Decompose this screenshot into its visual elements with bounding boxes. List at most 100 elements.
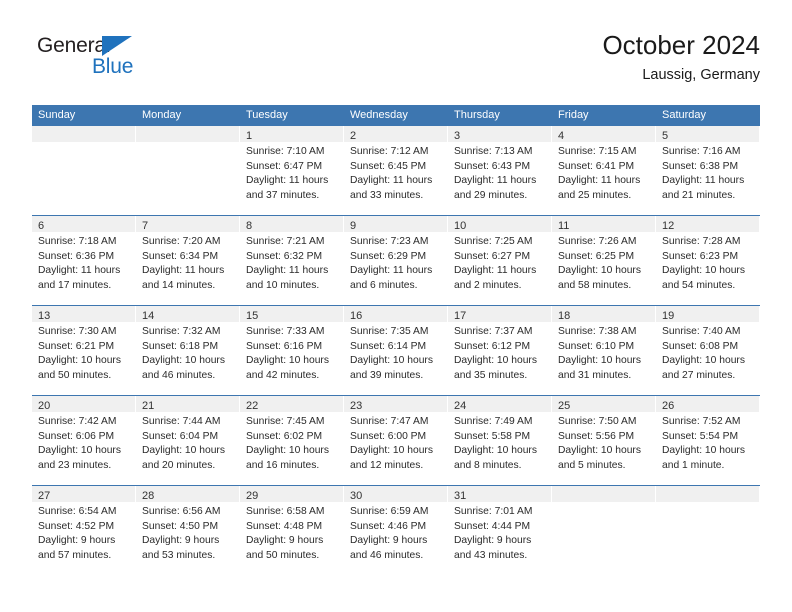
calendar-day-cell[interactable]: 15 Sunrise: 7:33 AM Sunset: 6:16 PM Dayligh… [240,306,344,395]
day-detail-lines [552,502,655,505]
daylight-text: and 21 minutes. [662,189,736,201]
general-blue-logo[interactable]: General Blue [32,34,232,92]
sunrise-text: Sunrise: 7:32 AM [142,326,221,337]
daylight-text: Daylight: 11 hours [350,265,433,276]
calendar-day-cell[interactable]: 18 Sunrise: 7:38 AM Sunset: 6:10 PM Dayligh… [552,306,656,395]
day-number-band: 15 [240,306,343,322]
sunset-text: Sunset: 4:44 PM [454,520,531,532]
calendar-week-row: 20 Sunrise: 7:42 AM Sunset: 6:06 PM Dayligh… [32,395,760,485]
calendar-day-cell[interactable]: 31 Sunrise: 7:01 AM Sunset: 4:44 PM Dayligh… [448,486,552,575]
calendar-day-cell[interactable]: 7 Sunrise: 7:20 AM Sunset: 6:34 PM Daylight… [136,216,240,305]
calendar-day-cell-empty [32,126,136,215]
day-number-band [32,126,135,142]
sunset-text: Sunset: 4:50 PM [142,520,219,532]
daylight-text: Daylight: 11 hours [350,175,433,186]
daylight-text: and 23 minutes. [38,459,112,471]
calendar-day-cell[interactable]: 23 Sunrise: 7:47 AM Sunset: 6:00 PM Dayligh… [344,396,448,485]
calendar-day-cell-empty [136,126,240,215]
sunrise-text: Sunrise: 7:25 AM [454,236,533,247]
day-number: 4 [558,130,565,142]
daylight-text: Daylight: 11 hours [454,265,537,276]
calendar-day-cell[interactable]: 14 Sunrise: 7:32 AM Sunset: 6:18 PM Dayligh… [136,306,240,395]
day-header-friday: Friday [558,109,589,121]
day-number-band: 18 [552,306,655,322]
calendar-day-cell[interactable]: 30 Sunrise: 6:59 AM Sunset: 4:46 PM Dayligh… [344,486,448,575]
sunrise-text: Sunrise: 7:49 AM [454,416,533,427]
day-number-band: 1 [240,126,343,142]
daylight-text: Daylight: 10 hours [454,445,537,456]
daylight-text: Daylight: 9 hours [38,535,116,546]
daylight-text: Daylight: 9 hours [246,535,324,546]
day-number: 17 [454,310,467,322]
day-number-band [552,486,655,502]
sunset-text: Sunset: 6:18 PM [142,340,219,352]
calendar-day-cell[interactable]: 3 Sunrise: 7:13 AM Sunset: 6:43 PM Daylight… [448,126,552,215]
logo-word-blue: Blue [92,55,134,78]
day-detail-lines: Sunrise: 7:15 AM Sunset: 6:41 PM Daylight:… [552,142,655,203]
calendar-day-cell-empty [552,486,656,575]
day-detail-lines: Sunrise: 7:33 AM Sunset: 6:16 PM Daylight:… [240,322,343,383]
calendar-day-cell[interactable]: 21 Sunrise: 7:44 AM Sunset: 6:04 PM Dayligh… [136,396,240,485]
sunset-text: Sunset: 4:46 PM [350,520,427,532]
calendar-day-cell[interactable]: 29 Sunrise: 6:58 AM Sunset: 4:48 PM Dayligh… [240,486,344,575]
day-number-band: 25 [552,396,655,412]
day-detail-lines: Sunrise: 7:52 AM Sunset: 5:54 PM Daylight:… [656,412,759,473]
calendar-day-cell[interactable]: 12 Sunrise: 7:28 AM Sunset: 6:23 PM Dayligh… [656,216,760,305]
calendar-day-cell[interactable]: 4 Sunrise: 7:15 AM Sunset: 6:41 PM Daylight… [552,126,656,215]
sunset-text: Sunset: 6:04 PM [142,430,219,442]
day-number: 26 [662,400,675,412]
calendar-day-cell[interactable]: 2 Sunrise: 7:12 AM Sunset: 6:45 PM Daylight… [344,126,448,215]
calendar-day-cell[interactable]: 10 Sunrise: 7:25 AM Sunset: 6:27 PM Dayligh… [448,216,552,305]
calendar-day-cell[interactable]: 26 Sunrise: 7:52 AM Sunset: 5:54 PM Dayligh… [656,396,760,485]
calendar-day-cell[interactable]: 13 Sunrise: 7:30 AM Sunset: 6:21 PM Dayligh… [32,306,136,395]
calendar-day-cell[interactable]: 28 Sunrise: 6:56 AM Sunset: 4:50 PM Dayligh… [136,486,240,575]
day-number-band: 19 [656,306,759,322]
calendar-day-cell[interactable]: 9 Sunrise: 7:23 AM Sunset: 6:29 PM Daylight… [344,216,448,305]
daylight-text: and 20 minutes. [142,459,216,471]
calendar-day-cell[interactable]: 1 Sunrise: 7:10 AM Sunset: 6:47 PM Daylight… [240,126,344,215]
sunset-text: Sunset: 6:21 PM [38,340,115,352]
calendar-day-cell[interactable]: 16 Sunrise: 7:35 AM Sunset: 6:14 PM Dayligh… [344,306,448,395]
sunrise-text: Sunrise: 7:12 AM [350,146,429,157]
calendar-day-cell[interactable]: 5 Sunrise: 7:16 AM Sunset: 6:38 PM Daylight… [656,126,760,215]
daylight-text: and 46 minutes. [350,549,424,561]
sunrise-text: Sunrise: 7:33 AM [246,326,325,337]
daylight-text: Daylight: 10 hours [350,355,433,366]
day-number-band: 5 [656,126,759,142]
calendar-day-cell[interactable]: 20 Sunrise: 7:42 AM Sunset: 6:06 PM Dayligh… [32,396,136,485]
calendar-day-cell[interactable]: 11 Sunrise: 7:26 AM Sunset: 6:25 PM Dayligh… [552,216,656,305]
day-header-thursday: Thursday [454,109,500,121]
calendar-day-cell[interactable]: 25 Sunrise: 7:50 AM Sunset: 5:56 PM Dayligh… [552,396,656,485]
day-number-band: 30 [344,486,447,502]
day-number-band: 24 [448,396,551,412]
sunrise-text: Sunrise: 7:40 AM [662,326,741,337]
day-number-band [136,126,239,142]
sunrise-text: Sunrise: 6:56 AM [142,506,221,517]
day-number: 6 [38,220,45,232]
daylight-text: Daylight: 10 hours [350,445,433,456]
calendar-day-cell[interactable]: 24 Sunrise: 7:49 AM Sunset: 5:58 PM Dayligh… [448,396,552,485]
calendar-day-cell[interactable]: 19 Sunrise: 7:40 AM Sunset: 6:08 PM Dayligh… [656,306,760,395]
daylight-text: Daylight: 10 hours [38,445,121,456]
daylight-text: Daylight: 11 hours [142,265,225,276]
calendar-day-cell[interactable]: 17 Sunrise: 7:37 AM Sunset: 6:12 PM Dayligh… [448,306,552,395]
day-number: 15 [246,310,259,322]
calendar-day-cell[interactable]: 8 Sunrise: 7:21 AM Sunset: 6:32 PM Daylight… [240,216,344,305]
calendar-day-cell[interactable]: 27 Sunrise: 6:54 AM Sunset: 4:52 PM Dayligh… [32,486,136,575]
day-number: 11 [558,220,570,232]
sunset-text: Sunset: 6:14 PM [350,340,427,352]
day-number: 31 [454,490,467,502]
daylight-text: and 53 minutes. [142,549,216,561]
calendar-day-cell[interactable]: 22 Sunrise: 7:45 AM Sunset: 6:02 PM Dayligh… [240,396,344,485]
calendar-day-cell[interactable]: 6 Sunrise: 7:18 AM Sunset: 6:36 PM Daylight… [32,216,136,305]
day-number-band: 2 [344,126,447,142]
day-detail-lines: Sunrise: 6:56 AM Sunset: 4:50 PM Daylight:… [136,502,239,563]
daylight-text: Daylight: 11 hours [558,175,641,186]
daylight-text: Daylight: 11 hours [246,175,329,186]
day-number-band: 27 [32,486,135,502]
day-number: 9 [350,220,357,232]
sunrise-text: Sunrise: 7:52 AM [662,416,741,427]
day-number: 8 [246,220,253,232]
sunrise-text: Sunrise: 7:38 AM [558,326,637,337]
daylight-text: and 16 minutes. [246,459,320,471]
